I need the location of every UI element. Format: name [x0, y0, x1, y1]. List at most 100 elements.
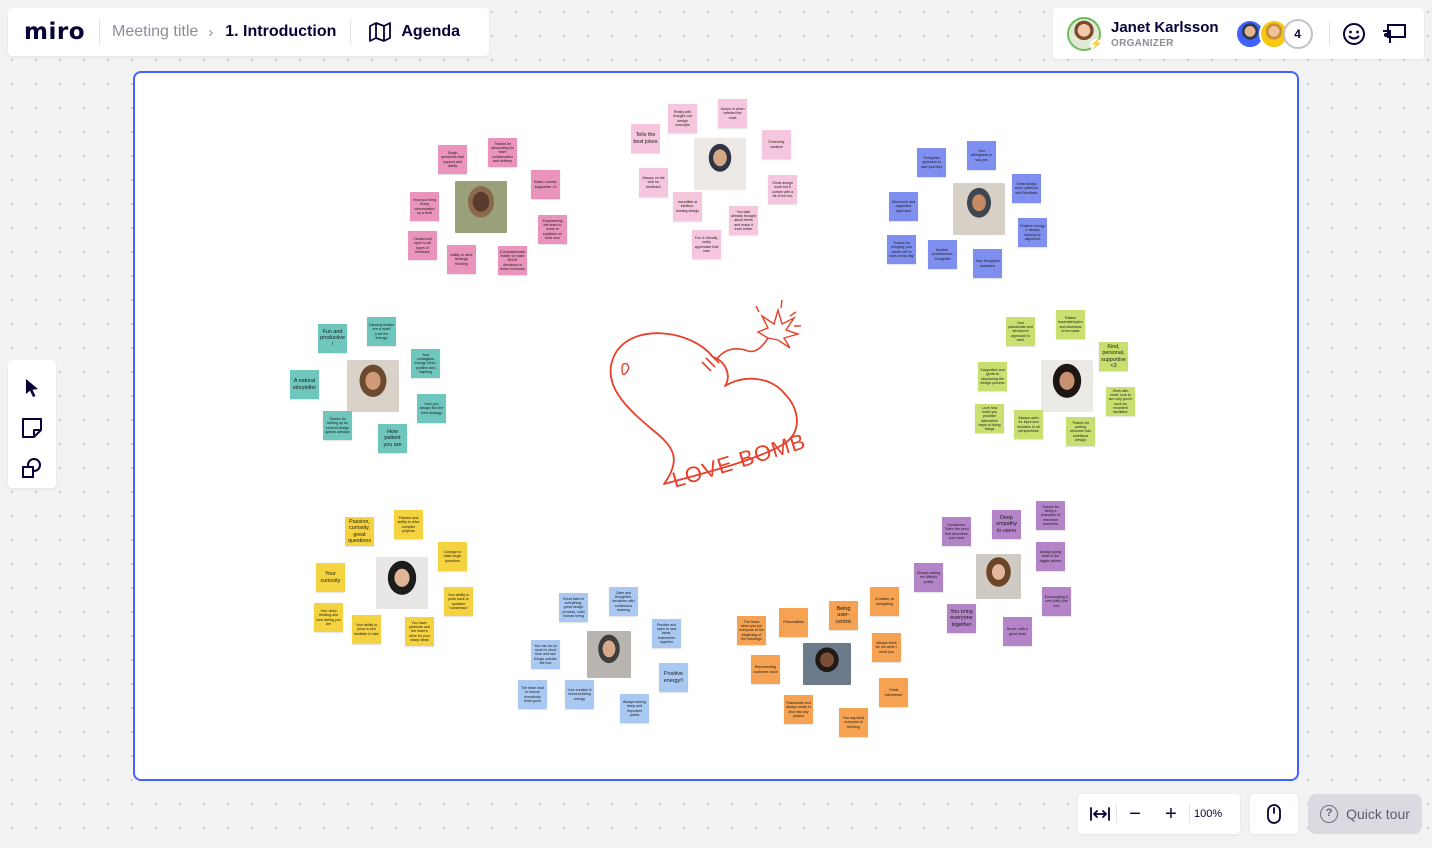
divider: [99, 20, 100, 44]
sticky-note[interactable]: A master at delegating: [870, 587, 899, 616]
sticky-note[interactable]: Thanks for advocating for team collabora…: [488, 138, 517, 167]
sticky-note[interactable]: Your thoughtful questions: [973, 249, 1002, 278]
select-tool[interactable]: [12, 368, 52, 408]
navigation-mode-button[interactable]: [1250, 794, 1298, 834]
sticky-note[interactable]: Humble, professional, thoughtful: [928, 240, 957, 269]
divider: [1328, 21, 1330, 46]
sticky-note[interactable]: Love how much you prioritize alternative…: [975, 404, 1004, 433]
sticky-note-tool[interactable]: [12, 408, 52, 448]
sticky-note[interactable]: Great design work but it comes with a bi…: [768, 175, 797, 204]
sticky-note[interactable]: Your ability to jump in and facilitate i…: [352, 615, 381, 644]
sticky-note[interactable]: How you bring every conversation up a le…: [410, 192, 439, 221]
sticky-note[interactable]: Raises essential topics and decisions to…: [1056, 310, 1085, 339]
sticky-note[interactable]: You have: pleasure and the team's drive …: [405, 617, 434, 646]
sticky-note[interactable]: Great taste in everything, great design …: [559, 593, 588, 622]
sticky-note[interactable]: Brave, with a good heart: [1003, 617, 1032, 646]
sticky-note[interactable]: Deep empathy to users: [992, 510, 1021, 539]
sticky-note[interactable]: Kind, personal, supportive <3: [1099, 342, 1128, 371]
sticky-note[interactable]: Great interviewer: [879, 678, 908, 707]
sticky-note[interactable]: Jumps in when needed the most: [718, 99, 747, 128]
sticky-note[interactable]: Passionate and always ready to dive into…: [784, 695, 813, 724]
zoom-in-button[interactable]: +: [1155, 798, 1187, 830]
sticky-note[interactable]: Ability to drive strategic thinking: [447, 245, 476, 274]
sticky-note[interactable]: Tells the best jokes: [631, 124, 660, 153]
zoom-controls: − + 100%: [1078, 794, 1240, 834]
sticky-note[interactable]: Your curiosity: [316, 563, 345, 592]
sticky-note[interactable]: Your deep thinking and how daring you ar…: [314, 603, 343, 632]
sticky-note[interactable]: Dancing breaks are a must! Love the ener…: [367, 317, 396, 346]
sticky-note[interactable]: The times when you put everyone at the b…: [737, 616, 766, 645]
sticky-note[interactable]: Quotations: That's the word that describ…: [942, 517, 971, 546]
sticky-note[interactable]: Always seeing deep and important points: [620, 694, 649, 723]
sticky-note[interactable]: Great design work, patience with feedbac…: [1012, 174, 1041, 203]
sticky-note[interactable]: Your creative & mood-building energy: [565, 680, 594, 709]
quick-tour-button[interactable]: ? Quick tour: [1308, 794, 1422, 834]
reactions-button[interactable]: [1340, 20, 1368, 48]
sticky-note[interactable]: The team lead to ensure everybody feels …: [518, 680, 547, 709]
sticky-note[interactable]: Thoughtful approach to user journeys: [917, 148, 946, 177]
person-photo: [587, 631, 631, 678]
sticky-note[interactable]: Positive energy!!: [659, 663, 688, 692]
person-photo: [976, 554, 1021, 599]
sticky-note[interactable]: Positive energy & always looking for ali…: [1018, 218, 1047, 247]
avatar[interactable]: ⚡: [1067, 16, 1102, 51]
sticky-note[interactable]: Really well thought-out design concepts: [668, 104, 697, 133]
collaborator-count[interactable]: 4: [1282, 18, 1313, 49]
breadcrumb-frame-title[interactable]: 1. Introduction: [225, 23, 336, 41]
presentation-icon: [1382, 23, 1406, 43]
person-photo: [953, 183, 1005, 235]
love-bomb-text: LOVE BOMB: [669, 428, 808, 492]
sticky-note[interactable]: Work with heart: love to see why you're …: [1106, 387, 1135, 416]
sticky-note[interactable]: Candid and open to all types of feedback: [408, 231, 437, 260]
sticky-note[interactable]: Share, honest, supportive <3: [531, 170, 560, 199]
sticky-note[interactable]: Thanks for being a champion of new team …: [1036, 501, 1065, 530]
sticky-note[interactable]: You take already thought about items and…: [729, 206, 758, 235]
zoom-level[interactable]: 100%: [1194, 808, 1222, 820]
sticky-note[interactable]: Representing customer voice: [751, 655, 780, 684]
sticky-note[interactable]: You can do so much in short time and see…: [531, 640, 560, 669]
sticky-note[interactable]: Thanks for putting structure into ambiti…: [1066, 417, 1095, 446]
sticky-note[interactable]: Supportive and great at structuring the …: [978, 362, 1007, 391]
collaborator-avatars[interactable]: 4: [1234, 18, 1313, 49]
sticky-note[interactable]: How you always find the best analogy: [417, 394, 446, 423]
sticky-note[interactable]: Incredible at intuition-leading design: [673, 192, 702, 221]
zoom-out-button[interactable]: −: [1119, 798, 1151, 830]
breadcrumb-board-title[interactable]: Meeting title: [112, 23, 198, 41]
shapes-icon: [22, 458, 41, 478]
sticky-note[interactable]: Positive and open to new ideas, brainsto…: [652, 619, 681, 648]
sticky-note[interactable]: Fun and productive!: [318, 324, 347, 353]
sticky-note[interactable]: Always on the look for feedback: [639, 168, 668, 197]
sticky-note[interactable]: Thanks for bringing your whole self to w…: [887, 235, 916, 264]
sticky-note[interactable]: Your contagious energy: fresh, positive …: [411, 349, 440, 378]
sticky-note[interactable]: Passion, curiosity, great questions: [345, 517, 374, 546]
sticky-note[interactable]: Compassionate leader to make BOLD decisi…: [498, 246, 527, 275]
sticky-note[interactable]: Courage to raise tough questions: [438, 542, 467, 571]
sticky-note[interactable]: Being user-centric: [829, 601, 858, 630]
sticky-note[interactable]: Personalities: [779, 608, 808, 637]
sticky-note[interactable]: Thanks for setting up for several design…: [323, 411, 352, 440]
fit-to-screen-button[interactable]: [1084, 798, 1116, 830]
sticky-note[interactable]: Fun & friendly, really appreciate that m…: [692, 230, 721, 259]
sticky-note[interactable]: Your ability to push back or question "c…: [444, 587, 473, 616]
sticky-note[interactable]: Passion and ability to drive complex pro…: [394, 510, 423, 539]
sticky-note[interactable]: How patient you are: [378, 424, 407, 453]
sticky-note[interactable]: You bring everyone together: [947, 604, 976, 633]
miro-logo[interactable]: miro: [24, 19, 85, 45]
sticky-note[interactable]: Always raising the difficult points: [914, 563, 943, 592]
sticky-note[interactable]: Encouraging & new folks (like me): [1042, 587, 1071, 616]
sticky-note[interactable]: You say what everyone is thinking: [839, 708, 868, 737]
sticky-note[interactable]: Your passionate and structured approach …: [1006, 317, 1035, 346]
agenda-button[interactable]: Agenda: [369, 22, 460, 42]
sticky-note[interactable]: Extremely creative: [762, 130, 791, 159]
sticky-note[interactable]: Always going back to the bigger picture: [1036, 542, 1065, 571]
sticky-note[interactable]: Calm and thoughtful, iterations with con…: [609, 587, 638, 616]
sticky-note[interactable]: Tough questions that support and clarify: [438, 145, 467, 174]
sticky-note[interactable]: Always open for input and inclusive to a…: [1014, 410, 1043, 439]
presentation-button[interactable]: [1380, 20, 1408, 48]
shapes-tool[interactable]: [12, 448, 52, 488]
sticky-note[interactable]: Structured and organized approach: [889, 192, 918, 221]
sticky-note[interactable]: Empowering the team to come to solutions…: [538, 215, 567, 244]
sticky-note[interactable]: Always there for me when I need you: [872, 633, 901, 662]
sticky-note[interactable]: A natural storyteller: [290, 370, 319, 399]
sticky-note[interactable]: Your willingness to say yes: [967, 141, 996, 170]
